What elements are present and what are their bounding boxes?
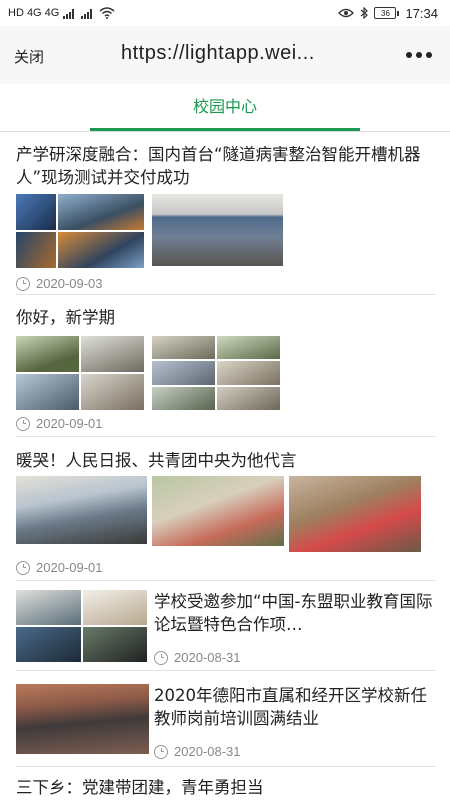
clock-icon	[16, 276, 30, 291]
eye-icon	[338, 8, 355, 18]
article-date-text: 2020-09-03	[36, 276, 103, 291]
article-image	[16, 684, 149, 754]
article-item[interactable]: 学校受邀参加“中国-东盟职业教育国际论坛暨特色合作项… 2020-08-31	[0, 582, 450, 672]
clock-icon	[16, 416, 30, 431]
article-item[interactable]: 2020年德阳市直属和经开区学校新任教师岗前培训圆满结业 2020-08-31	[0, 672, 450, 768]
article-image	[16, 336, 144, 410]
article-title: 2020年德阳市直属和经开区学校新任教师岗前培训圆满结业	[154, 686, 427, 728]
divider	[16, 766, 436, 767]
article-image	[16, 476, 147, 544]
article-date: 2020-08-31	[154, 744, 241, 759]
status-left: HD 4G 4G	[8, 7, 115, 19]
article-image	[16, 194, 144, 268]
article-image	[152, 476, 284, 546]
article-date-text: 2020-08-31	[174, 744, 241, 759]
divider	[16, 580, 436, 581]
signal-icon-2	[81, 8, 95, 19]
signal-icon	[63, 8, 77, 19]
clock-icon	[16, 560, 30, 575]
tab-bar: 校园中心	[0, 84, 450, 132]
divider	[16, 436, 436, 437]
tab-campus-center[interactable]: 校园中心	[90, 84, 360, 132]
article-image	[152, 336, 280, 410]
status-bar: HD 4G 4G 36 17:34	[0, 0, 450, 26]
network-indicator: HD 4G 4G	[8, 7, 60, 19]
url-title: https://lightapp.wei...	[121, 42, 315, 64]
article-image	[289, 476, 421, 552]
article-item[interactable]: 你好，新学期 2020-09-01	[0, 296, 450, 438]
article-item[interactable]: 三下乡：党建带团建，青年勇担当	[0, 768, 450, 800]
article-image	[152, 194, 283, 266]
wifi-icon	[99, 7, 115, 19]
article-date: 2020-08-31	[154, 650, 241, 665]
article-title: 三下乡：党建带团建，青年勇担当	[16, 778, 264, 797]
close-button[interactable]: 关闭	[14, 46, 44, 67]
article-date-text: 2020-08-31	[174, 650, 241, 665]
divider	[16, 670, 436, 671]
more-options-icon[interactable]	[406, 52, 432, 58]
tab-active-indicator	[90, 128, 360, 131]
article-title: 产学研深度融合：国内首台“隧道病害整治智能开槽机器人”现场测试并交付成功	[16, 145, 421, 187]
status-right: 36 17:34	[338, 6, 438, 21]
article-title: 暖哭！人民日报、共青团中央为他代言	[16, 451, 297, 470]
article-title: 学校受邀参加“中国-东盟职业教育国际论坛暨特色合作项…	[154, 592, 433, 634]
clock-icon	[154, 650, 168, 665]
article-image	[16, 590, 147, 662]
divider	[16, 294, 436, 295]
article-item[interactable]: 产学研深度融合：国内首台“隧道病害整治智能开槽机器人”现场测试并交付成功 202…	[0, 140, 450, 296]
article-date: 2020-09-03	[16, 276, 103, 291]
article-date-text: 2020-09-01	[36, 560, 103, 575]
bluetooth-icon	[360, 7, 369, 19]
battery-level: 36	[374, 7, 397, 19]
article-title: 你好，新学期	[16, 308, 115, 327]
article-date-text: 2020-09-01	[36, 416, 103, 431]
clock-icon	[154, 744, 168, 759]
browser-topbar: 关闭 https://lightapp.wei...	[0, 26, 450, 84]
article-date: 2020-09-01	[16, 560, 103, 575]
article-date: 2020-09-01	[16, 416, 103, 431]
battery-icon: 36	[374, 7, 400, 19]
clock-time: 17:34	[405, 5, 438, 21]
article-item[interactable]: 暖哭！人民日报、共青团中央为他代言 2020-09-01	[0, 438, 450, 582]
